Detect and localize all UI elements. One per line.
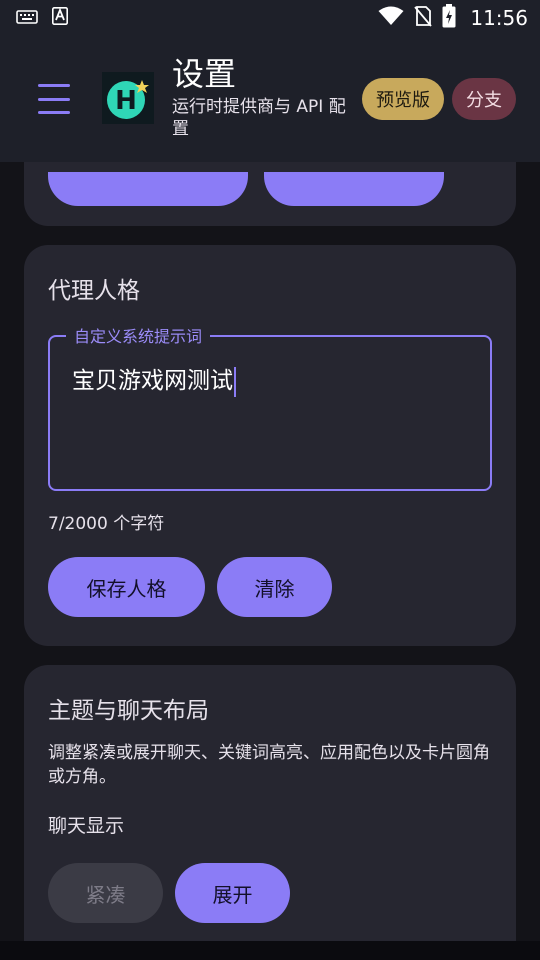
clock-time: 11:56 bbox=[470, 6, 528, 30]
theme-title: 主题与聊天布局 bbox=[48, 698, 209, 724]
previous-button-b[interactable] bbox=[264, 172, 444, 206]
character-counter: 7/2000 个字符 bbox=[48, 514, 165, 534]
a-text-icon bbox=[52, 7, 68, 29]
app-logo: H bbox=[102, 72, 154, 124]
settings-content[interactable]: 代理人格 自定义系统提示词 宝贝游戏网测试 7/2000 个字符 保存人格 清除… bbox=[0, 162, 540, 960]
title-block: 设置 运行时提供商与 API 配置 bbox=[172, 54, 352, 140]
clear-button[interactable]: 清除 bbox=[217, 557, 332, 617]
persona-card: 代理人格 自定义系统提示词 宝贝游戏网测试 7/2000 个字符 保存人格 清除 bbox=[24, 245, 516, 646]
battery-charging-icon bbox=[442, 4, 456, 32]
app-bar: H 设置 运行时提供商与 API 配置 预览版 分支 bbox=[0, 36, 540, 162]
keyboard-icon bbox=[16, 9, 38, 28]
compact-button[interactable]: 紧凑 bbox=[48, 863, 163, 923]
page-subtitle: 运行时提供商与 API 配置 bbox=[172, 97, 346, 139]
chat-display-label: 聊天显示 bbox=[48, 815, 125, 837]
system-prompt-value[interactable]: 宝贝游戏网测试 bbox=[72, 368, 233, 394]
wifi-icon bbox=[378, 6, 404, 30]
save-persona-button[interactable]: 保存人格 bbox=[48, 557, 205, 617]
logo-letter: H bbox=[115, 86, 137, 116]
system-prompt-value-wrap[interactable]: 宝贝游戏网测试 bbox=[72, 361, 236, 397]
status-right: 11:56 bbox=[378, 4, 528, 32]
preview-chip[interactable]: 预览版 bbox=[362, 78, 444, 120]
screen: 11:56 H 设置 运行时提供商与 API 配置 预览版 分支 代理人格 自定… bbox=[0, 0, 540, 960]
menu-icon[interactable] bbox=[38, 84, 70, 114]
previous-button-a[interactable] bbox=[48, 172, 248, 206]
previous-card bbox=[24, 162, 516, 226]
theme-card: 主题与聊天布局 调整紧凑或展开聊天、关键词高亮、应用配色以及卡片圆角或方角。 聊… bbox=[24, 665, 516, 960]
page-title: 设置 bbox=[172, 55, 237, 93]
persona-title: 代理人格 bbox=[48, 278, 140, 304]
system-prompt-label: 自定义系统提示词 bbox=[66, 323, 211, 347]
no-sim-icon bbox=[414, 5, 433, 31]
system-prompt-field[interactable]: 自定义系统提示词 宝贝游戏网测试 bbox=[48, 323, 492, 491]
theme-description: 调整紧凑或展开聊天、关键词高亮、应用配色以及卡片圆角或方角。 bbox=[48, 743, 490, 787]
expand-button[interactable]: 展开 bbox=[175, 863, 290, 923]
status-left bbox=[16, 7, 68, 29]
branch-chip[interactable]: 分支 bbox=[452, 78, 516, 120]
navigation-bar bbox=[0, 941, 540, 960]
text-caret bbox=[234, 366, 236, 397]
status-bar: 11:56 bbox=[0, 0, 540, 36]
